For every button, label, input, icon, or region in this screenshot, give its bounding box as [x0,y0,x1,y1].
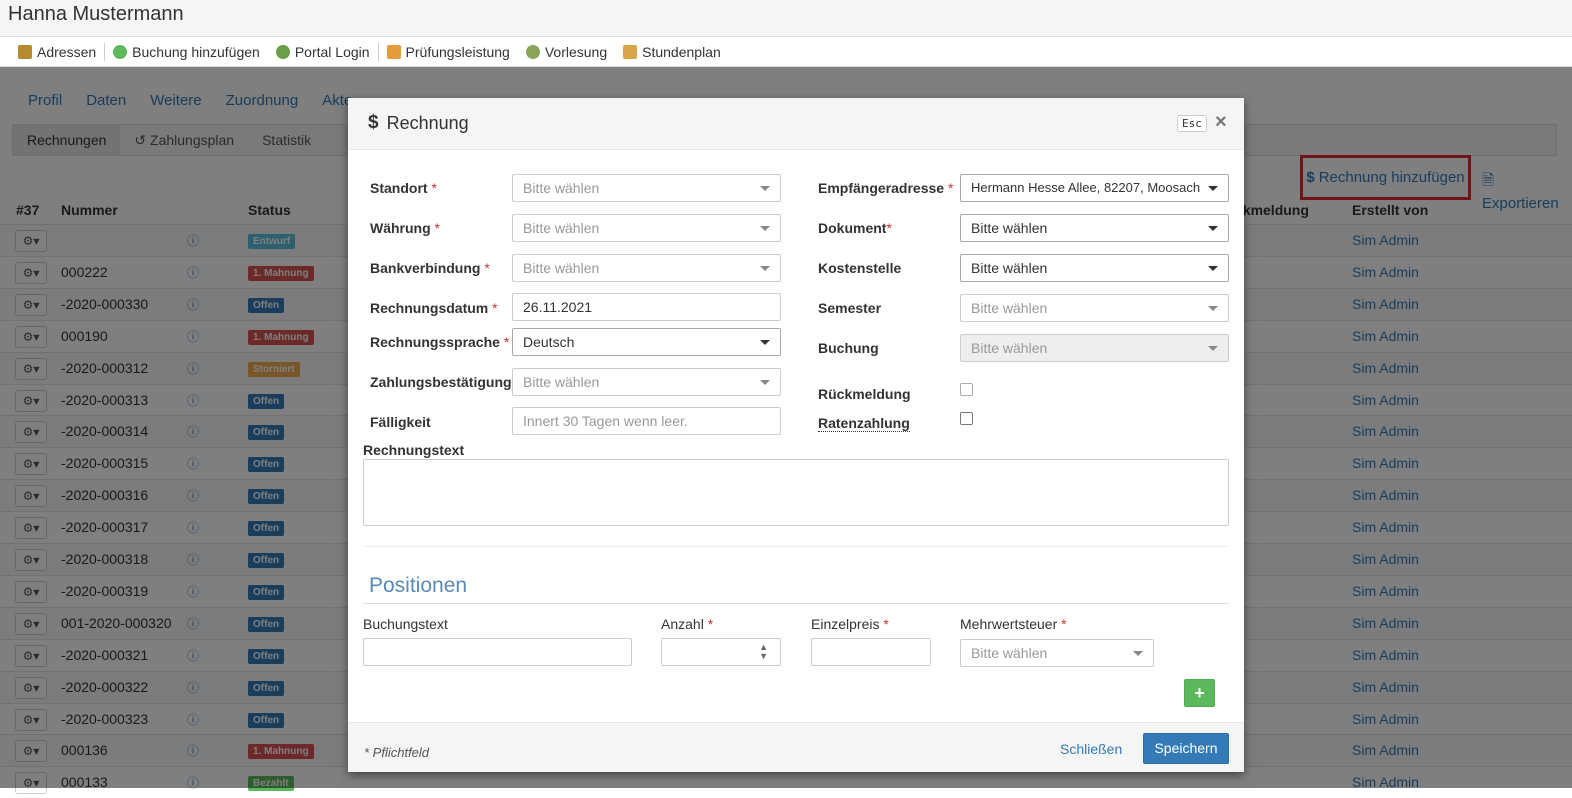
chevron-down-icon [1133,651,1143,656]
positions-divider [363,603,1229,604]
quick-link-portal-login[interactable]: Portal Login [268,42,378,62]
esc-key-hint: Esc [1177,115,1207,132]
payment-confirmation-select[interactable]: Bitte wählen [512,368,781,396]
calendar-icon [623,44,638,59]
chevron-down-icon [760,186,770,191]
chevron-down-icon [760,266,770,271]
add-circle-icon [113,44,128,59]
dollar-icon: $ [368,112,379,133]
required-note: * Pflichtfeld [364,745,430,760]
chevron-down-icon [760,340,770,345]
quickbar: Adressen Buchung hinzufügen Portal Login… [0,37,1572,67]
label-rechnungssprache: Rechnungssprache * [370,334,510,350]
recipient-address-select[interactable]: Hermann Hesse Allee, 82207, Moosach [960,174,1229,202]
label-semester: Semester [818,300,882,316]
standort-select[interactable]: Bitte wählen [512,174,781,202]
quick-link-addresses[interactable]: Adressen [10,42,104,62]
save-button[interactable]: Speichern [1143,733,1229,764]
chevron-down-icon [760,226,770,231]
label-bankverbindung: Bankverbindung * [370,260,490,276]
page-title: Hanna Mustermann [8,3,184,25]
page-header: Hanna Mustermann [0,0,1572,37]
document-select[interactable]: Bitte wählen [960,214,1229,242]
invoice-modal: $ Rechnung Esc × Standort * Bitte wählen… [348,98,1244,772]
quick-link-lecture[interactable]: Vorlesung [518,42,615,62]
due-date-input[interactable]: Innert 30 Tagen wenn leer. [512,407,781,435]
feedback-checkbox[interactable] [960,383,973,396]
installment-checkbox[interactable] [960,412,973,425]
address-book-icon [18,44,32,59]
invoice-language-select[interactable]: Deutsch [512,328,781,356]
label-mehrwertsteuer: Mehrwertsteuer * [960,616,1067,632]
label-dokument: Dokument* [818,220,892,236]
modal-title: $ Rechnung [368,112,469,133]
label-anzahl: Anzahl * [661,616,714,632]
label-zahlungsbestaetigung: Zahlungsbestätigung [370,374,512,390]
bank-account-select[interactable]: Bitte wählen [512,254,781,282]
label-empfaengeradresse: Empfängeradresse * [818,180,954,196]
close-button[interactable]: Schließen [1060,741,1122,757]
modal-header: $ Rechnung Esc × [348,98,1244,150]
add-position-button[interactable]: + [1184,679,1215,707]
label-standort: Standort * [370,180,437,196]
label-buchung: Buchung [818,340,879,356]
pencil-icon [386,44,401,59]
chevron-down-icon [760,380,770,385]
label-kostenstelle: Kostenstelle [818,260,902,276]
chevron-down-icon [1208,186,1218,191]
invoice-date-input[interactable]: 26.11.2021 [512,293,781,321]
vat-select[interactable]: Bitte wählen [960,639,1154,667]
cost-center-select[interactable]: Bitte wählen [960,254,1229,282]
quantity-stepper[interactable]: ▲ ▼ [661,638,781,666]
quick-link-add-booking[interactable]: Buchung hinzufügen [105,42,268,62]
section-divider [363,546,1229,547]
close-icon[interactable]: × [1215,111,1227,134]
label-rueckmeldung: Rückmeldung [818,386,911,402]
positions-title: Positionen [369,574,468,597]
chevron-down-icon [1208,306,1218,311]
semester-select[interactable]: Bitte wählen [960,294,1229,322]
label-ratenzahlung: Ratenzahlung [818,415,910,432]
lecture-icon [525,44,540,59]
booking-select: Bitte wählen [960,334,1229,362]
chevron-down-icon [1208,266,1218,271]
label-buchungstext: Buchungstext [363,616,448,632]
label-waehrung: Währung * [370,220,440,236]
label-rechnungstext: Rechnungstext [363,442,465,458]
unit-price-input[interactable] [811,638,931,666]
label-faelligkeit: Fälligkeit [370,414,431,430]
label-rechnungsdatum: Rechnungsdatum * [370,300,498,316]
globe-icon [275,44,290,59]
invoice-text-area[interactable] [363,459,1229,526]
modal-footer: * Pflichtfeld Schließen Speichern [348,722,1244,772]
booking-text-input[interactable] [363,638,632,666]
spinner-icon[interactable]: ▲ ▼ [759,643,768,661]
chevron-down-icon [1208,226,1218,231]
label-einzelpreis: Einzelpreis * [811,616,889,632]
currency-select[interactable]: Bitte wählen [512,214,781,242]
quick-link-exam[interactable]: Prüfungsleistung [379,42,518,62]
quick-link-timetable[interactable]: Stundenplan [615,42,729,62]
chevron-down-icon [1208,346,1218,351]
